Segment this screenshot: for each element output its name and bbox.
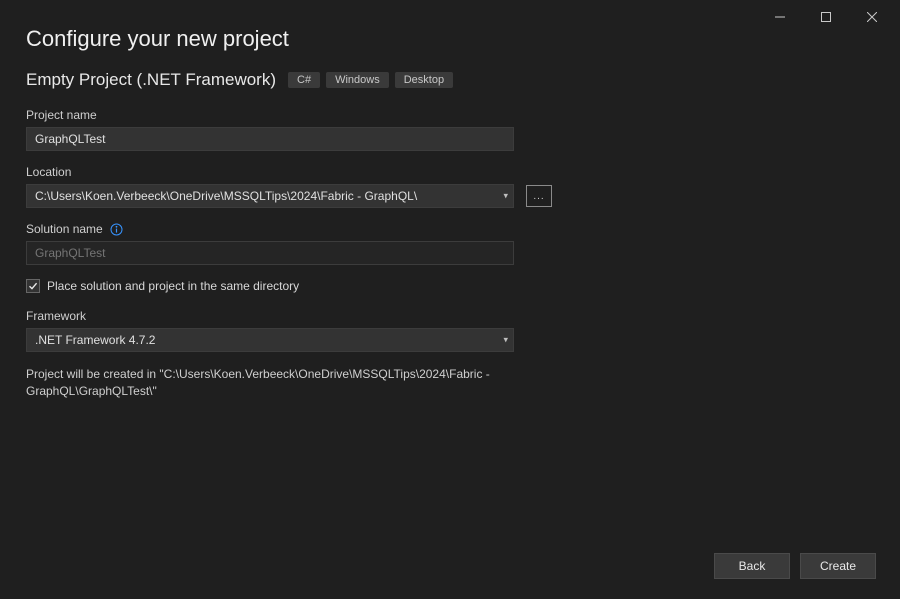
project-name-label: Project name: [26, 108, 874, 122]
back-button[interactable]: Back: [714, 553, 790, 579]
window-controls: [766, 0, 900, 28]
solution-name-label-text: Solution name: [26, 222, 103, 236]
location-input[interactable]: [26, 184, 514, 208]
solution-name-label: Solution name: [26, 222, 874, 236]
template-name: Empty Project (.NET Framework): [26, 70, 276, 90]
template-row: Empty Project (.NET Framework) C# Window…: [26, 70, 874, 90]
info-icon[interactable]: [110, 223, 123, 236]
browse-button[interactable]: ...: [526, 185, 552, 207]
minimize-button[interactable]: [766, 6, 794, 28]
tag-csharp: C#: [288, 72, 320, 88]
framework-label: Framework: [26, 309, 874, 323]
location-label: Location: [26, 165, 874, 179]
framework-select[interactable]: [26, 328, 514, 352]
same-directory-label: Place solution and project in the same d…: [47, 279, 299, 293]
dialog-footer: Back Create: [714, 553, 876, 579]
same-directory-checkbox[interactable]: [26, 279, 40, 293]
solution-name-input: [26, 241, 514, 265]
project-name-input[interactable]: [26, 127, 514, 151]
maximize-button[interactable]: [812, 6, 840, 28]
template-tags: C# Windows Desktop: [288, 72, 453, 88]
tag-windows: Windows: [326, 72, 389, 88]
creation-path-text: Project will be created in "C:\Users\Koe…: [26, 366, 526, 400]
page-title: Configure your new project: [26, 26, 874, 52]
create-button[interactable]: Create: [800, 553, 876, 579]
tag-desktop: Desktop: [395, 72, 453, 88]
close-button[interactable]: [858, 6, 886, 28]
